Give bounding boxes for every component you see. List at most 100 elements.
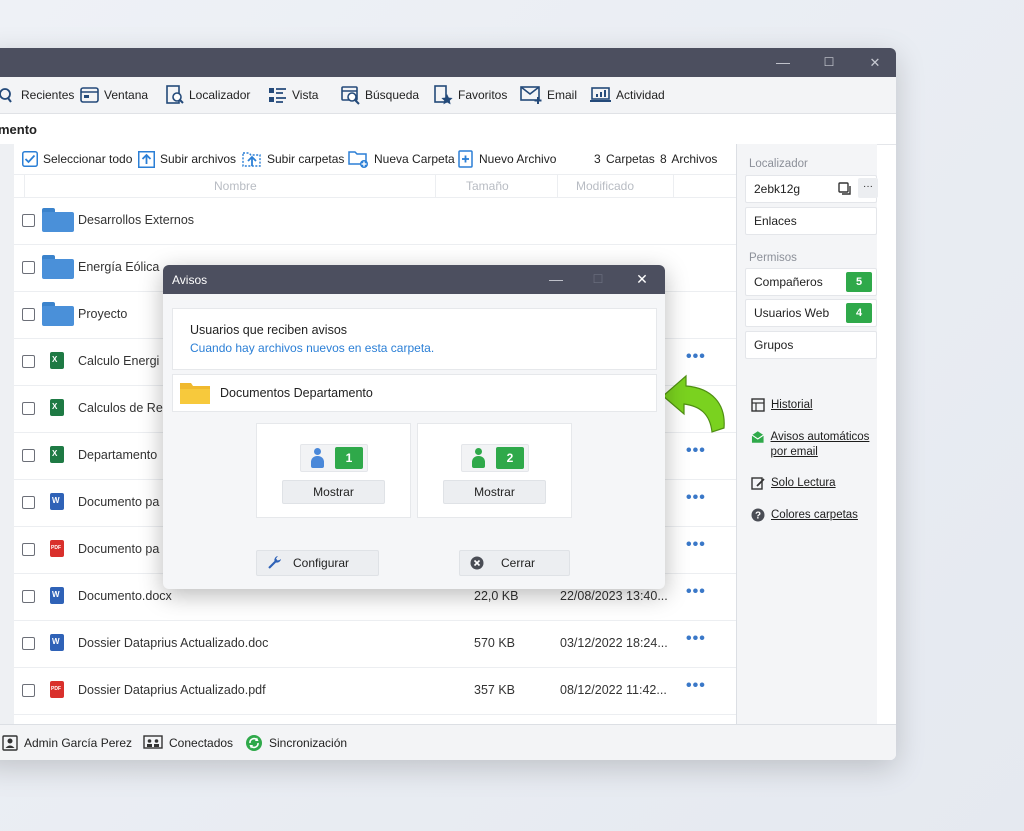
upload-folders-label: Subir carpetas [267,152,345,166]
companions-permission[interactable]: Compañeros 5 [745,268,877,296]
new-file-button[interactable]: Nuevo Archivo [458,144,556,174]
column-modified-header[interactable]: Modificado [576,179,634,193]
row-checkbox[interactable] [22,308,35,321]
status-connected[interactable]: Conectados [143,725,233,760]
window-titlebar: — ☐ ✕ [0,48,896,77]
links-button[interactable]: Enlaces [745,207,877,235]
groups-permission[interactable]: Grupos [745,331,877,359]
toolbar-vista[interactable]: Vista [268,77,318,113]
upload-folders-button[interactable]: Subir carpetas [242,144,344,174]
more-options-button[interactable]: ··· [858,178,878,198]
row-checkbox[interactable] [22,590,35,603]
toolbar-actividad[interactable]: Actividad [590,77,665,113]
toolbar-localizador[interactable]: Localizador [166,77,250,113]
close-window-button[interactable]: ✕ [852,48,896,77]
show-web-users-button[interactable]: Mostrar [443,480,546,504]
row-checkbox[interactable] [22,543,35,556]
word-file-icon: W [50,493,64,510]
main-toolbar: Recientes Ventana Localizador Vista Búsq… [0,77,896,114]
row-menu-button[interactable]: ••• [686,536,706,554]
status-user[interactable]: Admin García Perez [2,725,132,760]
minimize-button[interactable]: — [760,48,806,77]
show-companions-button[interactable]: Mostrar [282,480,385,504]
row-checkbox[interactable] [22,261,35,274]
permissions-label: Permisos [749,252,797,264]
favorites-icon [434,85,453,105]
file-row[interactable]: PDF Dossier Dataprius Actualizado.pdf 357 … [14,667,736,715]
close-dialog-button[interactable]: Cerrar [459,550,570,576]
row-checkbox[interactable] [22,355,35,368]
breadcrumb: mento [0,114,896,145]
upload-folder-icon [242,152,261,167]
read-only-link[interactable]: Solo Lectura [751,476,836,491]
select-all-label: Seleccionar todo [43,152,133,166]
file-name[interactable]: Departamento [78,448,157,462]
toolbar-busqueda[interactable]: Búsqueda [341,77,419,113]
svg-text:?: ? [755,511,761,522]
folder-row[interactable]: Desarrollos Externos [14,197,736,245]
file-name[interactable]: Documento pa [78,495,159,509]
new-folder-label: Nueva Carpeta [374,152,455,166]
row-checkbox[interactable] [22,637,35,650]
file-name[interactable]: Calculo Energi [78,354,159,368]
row-menu-button[interactable]: ••• [686,583,706,601]
row-checkbox[interactable] [22,402,35,415]
notifications-dialog: Avisos — ☐ ✕ Usuarios que reciben avisos… [163,265,665,589]
file-name[interactable]: Proyecto [78,307,127,321]
dialog-close-button[interactable]: ✕ [622,265,662,294]
help-icon: ? [751,508,765,522]
select-all-button[interactable]: Seleccionar todo [22,144,132,174]
file-row[interactable]: W Dossier Dataprius Actualizado.doc 570 KB… [14,620,736,668]
row-menu-button[interactable]: ••• [686,348,706,366]
web-users-card: 2 Mostrar [417,423,572,518]
row-checkbox[interactable] [22,449,35,462]
upload-files-button[interactable]: Subir archivos [138,144,236,174]
dialog-info-panel: Usuarios que reciben avisos Cuando hay a… [172,308,657,370]
row-menu-button[interactable]: ••• [686,442,706,460]
locator-value: 2ebk12g [754,182,801,196]
companions-count-badge: 5 [846,272,872,292]
pointer-arrow [662,374,725,433]
copy-icon[interactable] [838,182,852,196]
groups-label: Grupos [754,338,794,352]
left-navigation-strip [0,144,15,724]
new-folder-button[interactable]: Nueva Carpeta [348,144,455,174]
file-name[interactable]: Calculos de Re [78,401,163,415]
toolbar-label: Email [547,88,578,102]
folder-colors-label: Colores carpetas [771,509,858,521]
toolbar-recientes[interactable]: Recientes [0,77,74,113]
locator-field[interactable]: 2ebk12g ··· [745,175,878,203]
file-name[interactable]: Desarrollos Externos [78,213,194,227]
column-name-header[interactable]: Nombre [214,179,257,193]
locator-icon [166,85,184,104]
configure-button[interactable]: Configurar [256,550,379,576]
toolbar-email[interactable]: Email [520,77,577,113]
folder-icon [42,302,74,326]
row-menu-button[interactable]: ••• [686,489,706,507]
web-users-count-badge: 4 [846,303,872,323]
status-sync[interactable]: Sincronización [245,725,347,760]
file-name[interactable]: Dossier Dataprius Actualizado.pdf [78,683,266,697]
file-name[interactable]: Documento pa [78,542,159,556]
toolbar-label: Búsqueda [365,88,420,102]
auto-notify-link[interactable]: Avisos automáticos por email [751,430,871,460]
file-name[interactable]: Documento.docx [78,589,172,603]
row-menu-button[interactable]: ••• [686,677,706,695]
column-size-header[interactable]: Tamaño [466,179,509,193]
toolbar-favoritos[interactable]: Favoritos [434,77,507,113]
row-checkbox[interactable] [22,214,35,227]
status-bar: Admin García Perez Conectados Sincroniza… [0,724,896,760]
file-name[interactable]: Dossier Dataprius Actualizado.doc [78,636,268,650]
links-label: Enlaces [754,214,797,228]
maximize-button[interactable]: ☐ [806,48,852,77]
row-menu-button[interactable]: ••• [686,630,706,648]
row-checkbox[interactable] [22,496,35,509]
folder-colors-link[interactable]: ? Colores carpetas [751,508,858,523]
row-checkbox[interactable] [22,684,35,697]
web-users-permission[interactable]: Usuarios Web 4 [745,299,877,327]
column-header-row: Nombre Tamaño Modificado [14,174,736,198]
toolbar-ventana[interactable]: Ventana [80,77,148,113]
file-name[interactable]: Energía Eólica [78,260,159,274]
history-link[interactable]: Historial [751,398,813,413]
dialog-minimize-button[interactable]: — [536,265,576,294]
